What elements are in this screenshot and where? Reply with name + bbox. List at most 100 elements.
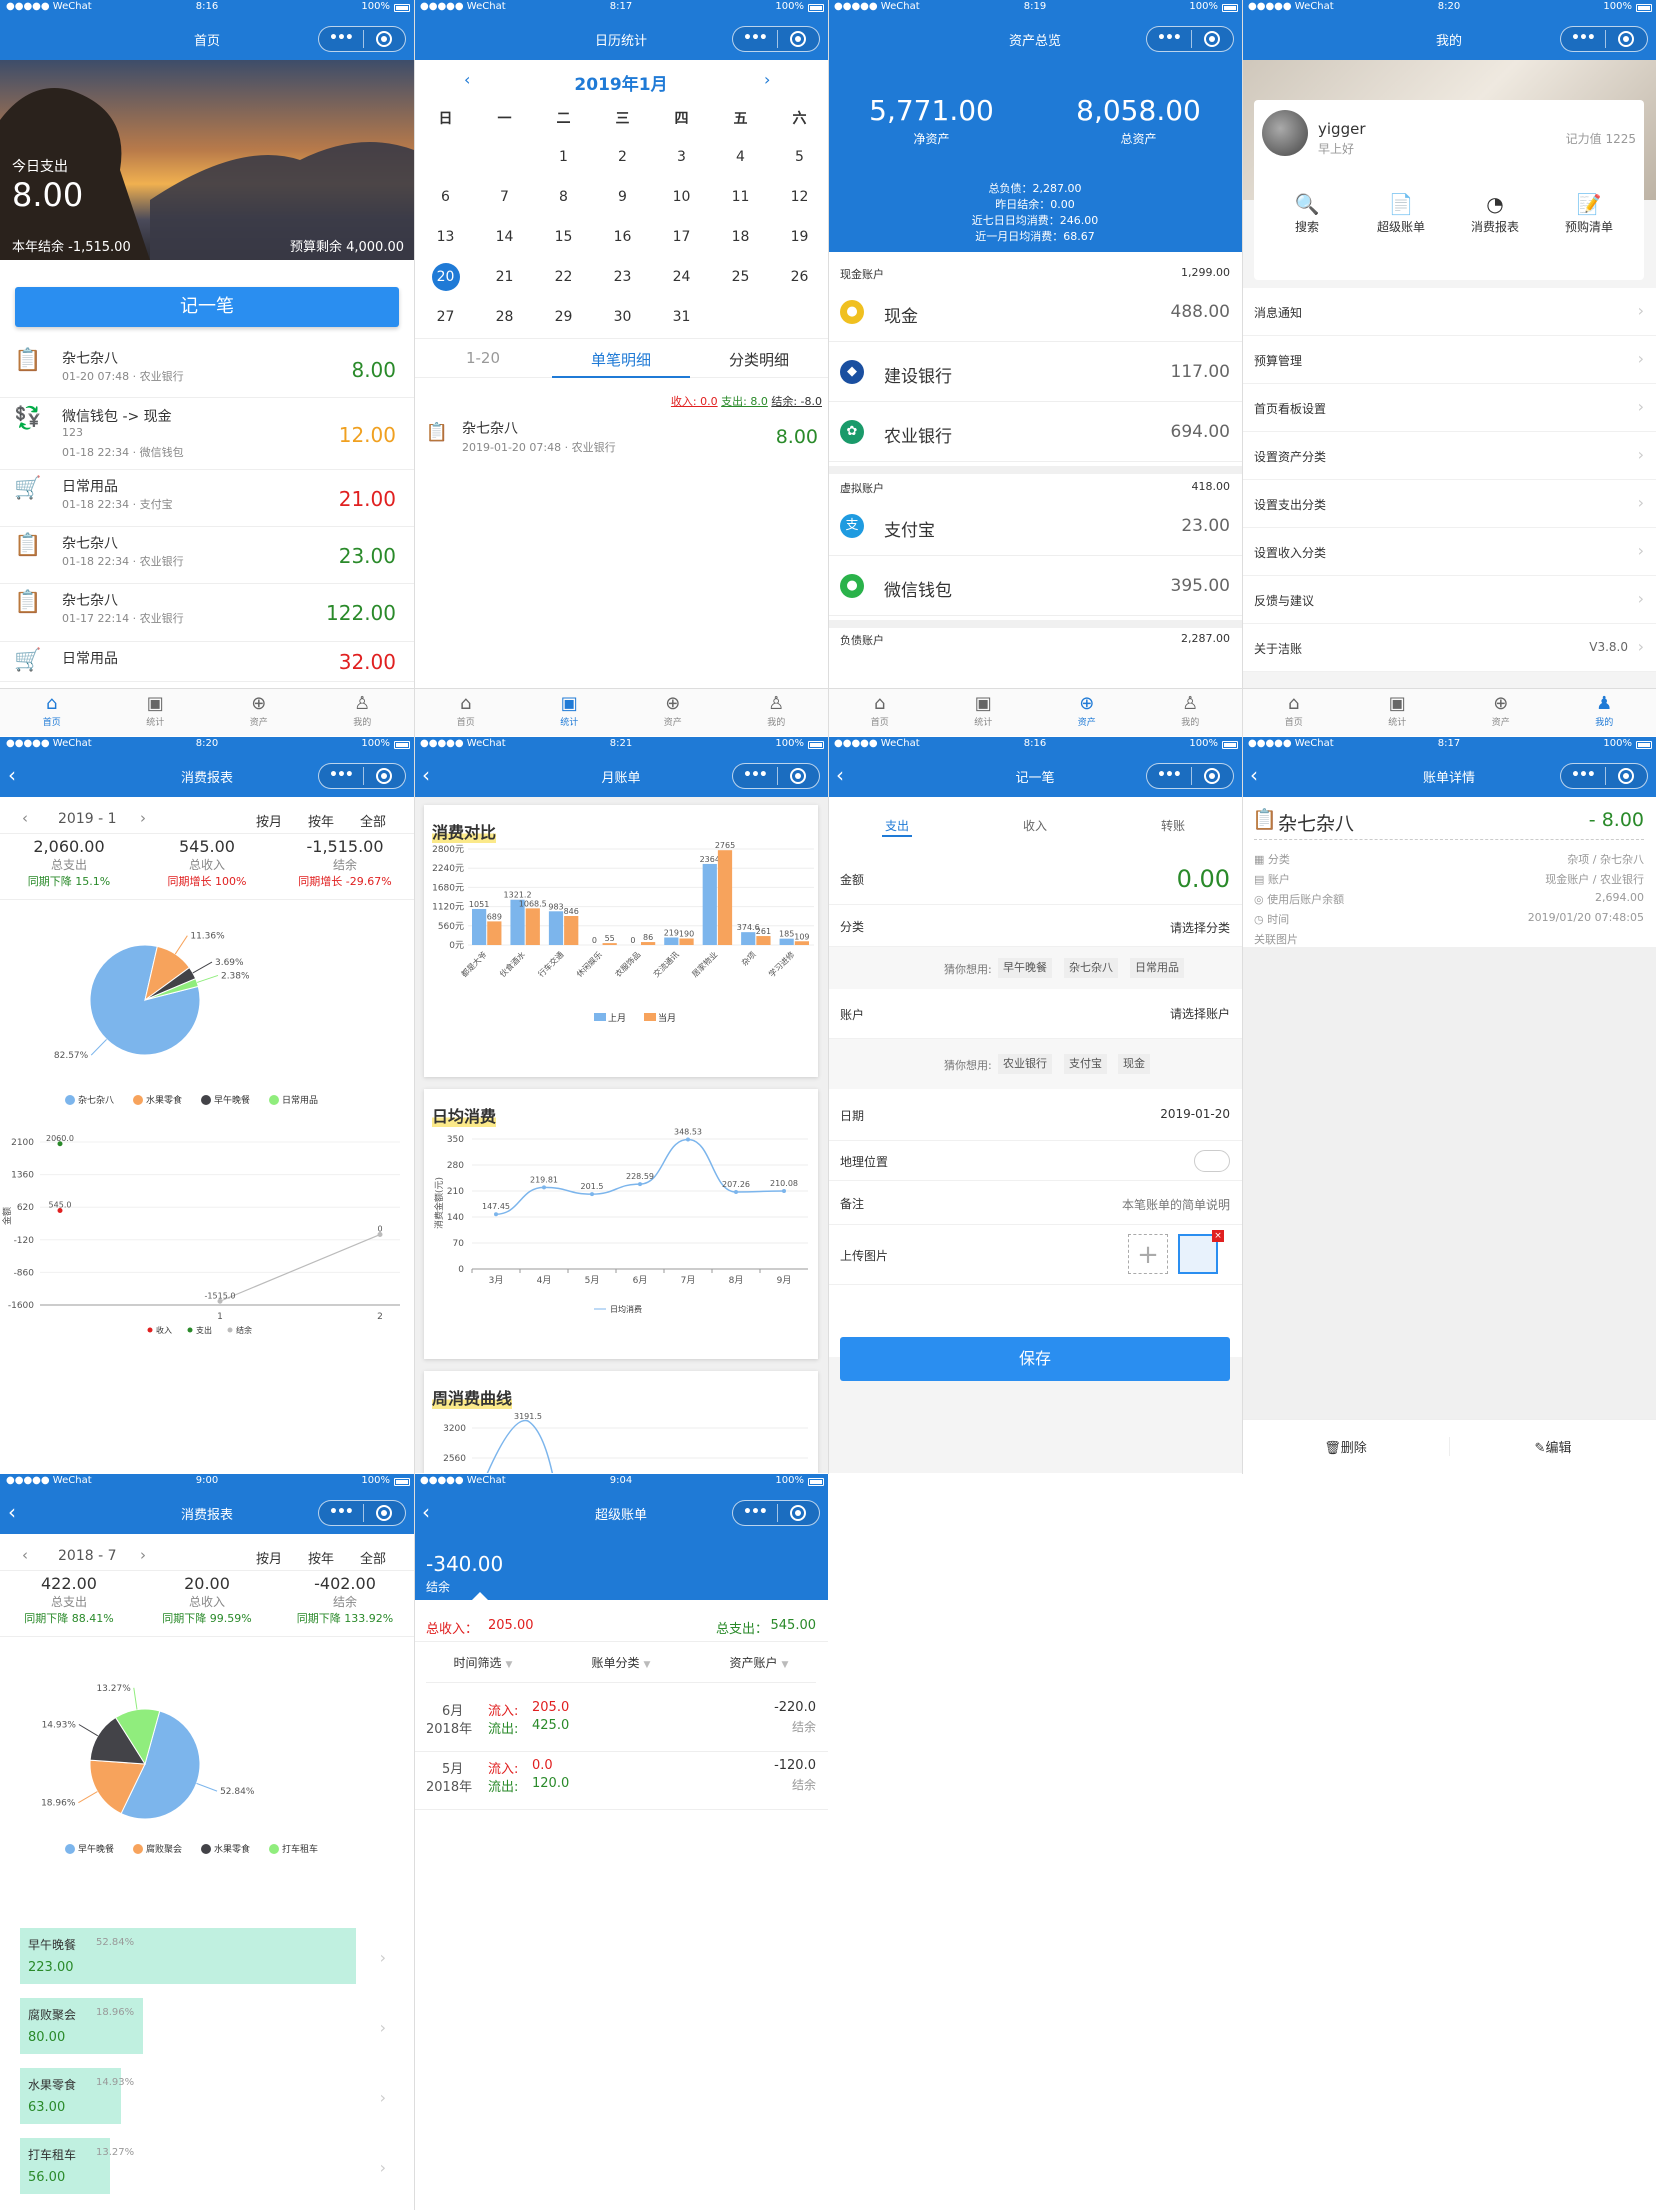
location-toggle[interactable]	[1194, 1150, 1230, 1172]
filter-0[interactable]: 时间筛选 ▼	[414, 1654, 552, 1671]
calendar-day[interactable]: 4	[711, 142, 770, 172]
capsule-menu[interactable]: •••	[318, 26, 406, 52]
tab-me[interactable]: ♙ 我的	[311, 689, 415, 736]
tab-assets[interactable]: ⊕ 资产	[1035, 689, 1139, 736]
next-period-icon[interactable]: ›	[140, 809, 146, 827]
account-row[interactable]: 支支付宝 23.00	[828, 498, 1242, 556]
calendar-day[interactable]: 19	[770, 222, 828, 252]
note-placeholder[interactable]: 本笔账单的简单说明	[1122, 1196, 1230, 1213]
month-row[interactable]: 6月 2018年 流入: 205.0 流出: 425.0 -220.0 结余	[414, 1694, 828, 1752]
close-circle-icon[interactable]	[1618, 768, 1634, 784]
calendar-day[interactable]: 29	[534, 302, 593, 332]
menu-item[interactable]: 设置收入分类 ›	[1242, 528, 1656, 576]
tab-range[interactable]: 1-20	[414, 349, 552, 367]
tool-0[interactable]: 🔍 搜索	[1262, 192, 1352, 235]
form-row[interactable]: 地理位置	[828, 1141, 1242, 1181]
capsule-menu[interactable]: •••	[1146, 26, 1234, 52]
more-icon[interactable]: •••	[743, 767, 768, 783]
close-circle-icon[interactable]	[376, 768, 392, 784]
more-icon[interactable]: •••	[1157, 30, 1182, 46]
category-placeholder[interactable]: 请选择分类	[1170, 919, 1230, 936]
tab-assets[interactable]: ⊕ 资产	[1449, 689, 1553, 736]
tab-home[interactable]: ⌂ 首页	[828, 689, 932, 736]
suggestion-tag[interactable]: 现金	[1118, 1054, 1150, 1074]
category-bar-row[interactable]: 腐败聚会 18.96% 80.00 ›	[0, 1998, 414, 2058]
period-btn-0[interactable]: 按月	[256, 1548, 282, 1567]
list-item[interactable]: 📋 杂七杂八 01-20 07:48 · 农业银行 8.00	[0, 342, 414, 398]
next-month-icon[interactable]: ›	[764, 70, 770, 89]
close-circle-icon[interactable]	[790, 31, 806, 47]
account-row[interactable]: ● 现金 488.00	[828, 284, 1242, 342]
menu-item[interactable]: 设置支出分类 ›	[1242, 480, 1656, 528]
more-icon[interactable]: •••	[743, 1504, 768, 1520]
list-item[interactable]: 📋 杂七杂八 2019-01-20 07:48 · 农业银行 8.00	[414, 412, 828, 462]
capsule-menu[interactable]: •••	[732, 26, 820, 52]
calendar-day[interactable]: 13	[416, 222, 475, 252]
prev-period-icon[interactable]: ‹	[22, 809, 28, 827]
tab-assets[interactable]: ⊕ 资产	[207, 689, 311, 736]
calendar-day[interactable]: 12	[770, 182, 828, 212]
tab-assets[interactable]: ⊕ 资产	[621, 689, 725, 736]
calendar-day[interactable]: 23	[593, 262, 652, 292]
calendar-day[interactable]: 9	[593, 182, 652, 212]
capsule-menu[interactable]: •••	[318, 763, 406, 789]
suggestion-tag[interactable]: 杂七杂八	[1064, 958, 1118, 978]
prev-period-icon[interactable]: ‹	[22, 1546, 28, 1564]
capsule-menu[interactable]: •••	[1560, 763, 1648, 789]
more-icon[interactable]: •••	[743, 30, 768, 46]
tab-me[interactable]: ♙ 我的	[1139, 689, 1243, 736]
tab-stats[interactable]: ▣ 统计	[1346, 689, 1450, 736]
menu-item[interactable]: 首页看板设置 ›	[1242, 384, 1656, 432]
category-bar-row[interactable]: 水果零食 14.93% 63.00 ›	[0, 2068, 414, 2128]
calendar-day[interactable]: 18	[711, 222, 770, 252]
calendar-day[interactable]: 26	[770, 262, 828, 292]
calendar-day[interactable]: 25	[711, 262, 770, 292]
edit-button[interactable]: ✎编辑	[1449, 1437, 1656, 1456]
more-icon[interactable]: •••	[329, 1504, 354, 1520]
capsule-menu[interactable]: •••	[732, 1500, 820, 1526]
more-icon[interactable]: •••	[329, 30, 354, 46]
menu-item[interactable]: 消息通知 ›	[1242, 288, 1656, 336]
close-circle-icon[interactable]	[790, 1505, 806, 1521]
filter-2[interactable]: 资产账户 ▼	[690, 1654, 828, 1671]
list-item[interactable]: 🛒 日常用品 32.00	[0, 642, 414, 682]
calendar-day[interactable]: 22	[534, 262, 593, 292]
calendar-day[interactable]: 17	[652, 222, 711, 252]
period-btn-1[interactable]: 按年	[308, 811, 334, 830]
close-circle-icon[interactable]	[1204, 768, 1220, 784]
calendar-day[interactable]: 27	[416, 302, 475, 332]
delete-button[interactable]: 🗑删除	[1242, 1437, 1449, 1456]
record-button[interactable]: 记一笔	[15, 287, 399, 327]
tool-2[interactable]: ◔ 消费报表	[1450, 192, 1540, 235]
calendar-day[interactable]: 16	[593, 222, 652, 252]
calendar-day[interactable]: 11	[711, 182, 770, 212]
close-circle-icon[interactable]	[376, 1505, 392, 1521]
save-button[interactable]: 保存	[840, 1337, 1230, 1381]
more-icon[interactable]: •••	[1571, 767, 1596, 783]
period-btn-1[interactable]: 按年	[308, 1548, 334, 1567]
calendar-day[interactable]: 15	[534, 222, 593, 252]
capsule-menu[interactable]: •••	[1146, 763, 1234, 789]
tool-1[interactable]: 📄 超级账单	[1356, 192, 1446, 235]
category-bar-row[interactable]: 打车租车 13.27% 56.00 ›	[0, 2138, 414, 2198]
menu-item[interactable]: 设置资产分类 ›	[1242, 432, 1656, 480]
tab-0[interactable]: 支出	[828, 817, 966, 834]
list-item[interactable]: 🛒 日常用品 01-18 22:34 · 支付宝 21.00	[0, 470, 414, 527]
capsule-menu[interactable]: •••	[318, 1500, 406, 1526]
list-item[interactable]: 📋 杂七杂八 01-18 22:34 · 农业银行 23.00	[0, 527, 414, 584]
list-item[interactable]: 📋 杂七杂八 01-17 22:14 · 农业银行 122.00	[0, 584, 414, 642]
add-image-button[interactable]: +	[1128, 1234, 1168, 1274]
close-circle-icon[interactable]	[376, 31, 392, 47]
suggestion-tag[interactable]: 农业银行	[998, 1054, 1052, 1074]
tab-1[interactable]: 收入	[966, 817, 1104, 834]
calendar-day[interactable]: 8	[534, 182, 593, 212]
tab-stats[interactable]: ▣ 统计	[104, 689, 208, 736]
tab-me[interactable]: ♟ 我的	[1553, 689, 1657, 736]
calendar-day[interactable]: 3	[652, 142, 711, 172]
capsule-menu[interactable]: •••	[1560, 26, 1648, 52]
next-period-icon[interactable]: ›	[140, 1546, 146, 1564]
menu-item[interactable]: 关于洁账 V3.8.0 ›	[1242, 624, 1656, 672]
calendar-day[interactable]: 14	[475, 222, 534, 252]
calendar-day[interactable]: 21	[475, 262, 534, 292]
tab-single-detail[interactable]: 单笔明细	[552, 349, 690, 370]
